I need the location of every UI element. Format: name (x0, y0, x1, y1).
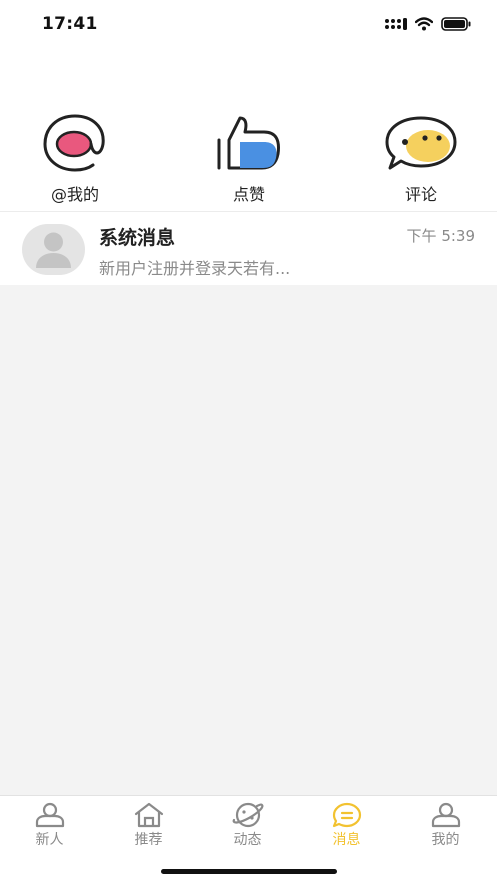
category-like[interactable]: 点赞 (189, 110, 309, 210)
category-comment-label: 评论 (404, 185, 437, 204)
wifi-icon (415, 17, 433, 31)
tab-messages[interactable]: 消息 (297, 796, 396, 856)
battery-icon (441, 17, 471, 31)
category-comment[interactable]: 评论 (361, 110, 481, 210)
list-item[interactable]: 系统消息 下午 5:39 新用户注册并登录天若有... (0, 212, 497, 285)
message-preview: 新用户注册并登录天若有... (99, 259, 291, 278)
category-like-label: 点赞 (232, 185, 265, 204)
thumbs-up-icon (217, 116, 280, 170)
status-bar: 17:41 (0, 0, 497, 50)
tab-newcomer[interactable]: 新人 (0, 796, 99, 856)
person-icon (35, 802, 64, 828)
avatar (22, 224, 85, 275)
profile-icon (431, 802, 460, 828)
status-icons (385, 17, 471, 31)
message-title: 系统消息 (99, 227, 176, 249)
tab-newcomer-label: 新人 (35, 832, 64, 848)
home-indicator (161, 869, 337, 874)
category-mention[interactable]: @我的 (15, 110, 135, 210)
message-icon (332, 802, 361, 828)
tab-feed[interactable]: 动态 (198, 796, 297, 856)
signal-icon (385, 18, 407, 30)
message-categories: @我的 点赞 评论 (0, 110, 497, 210)
status-time: 17:41 (42, 14, 98, 34)
tab-recommend-label: 推荐 (134, 832, 163, 848)
tab-messages-label: 消息 (332, 832, 361, 848)
at-sign-icon (43, 114, 105, 172)
message-time: 下午 5:39 (406, 227, 475, 245)
header-area: 17:41 @我的 点赞 评论 (0, 0, 497, 212)
tab-mine-label: 我的 (431, 832, 460, 848)
category-mention-label: @我的 (50, 185, 99, 204)
home-icon (134, 802, 163, 828)
tab-mine[interactable]: 我的 (396, 796, 495, 856)
planet-icon (232, 802, 263, 828)
tab-feed-label: 动态 (233, 832, 262, 848)
tab-recommend[interactable]: 推荐 (99, 796, 198, 856)
chat-bubble-face-icon (385, 116, 457, 170)
default-avatar-icon (36, 232, 71, 268)
